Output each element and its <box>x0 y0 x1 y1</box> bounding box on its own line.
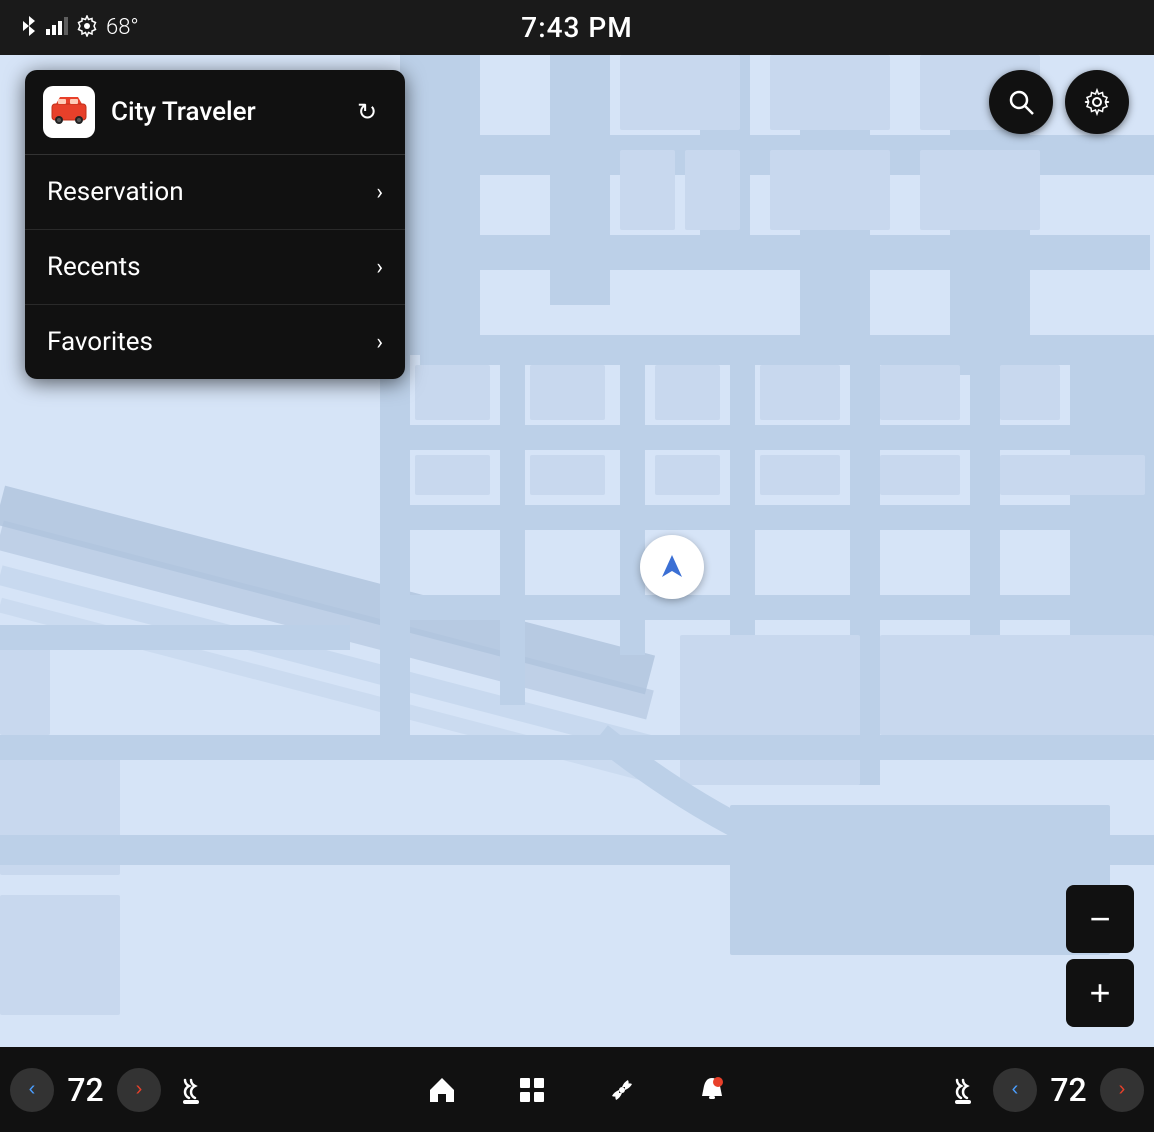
recents-chevron-icon: › <box>376 255 383 280</box>
status-temperature: 68° <box>106 15 139 40</box>
right-temp-value: 72 <box>1041 1071 1096 1109</box>
right-temp-control: ‹ 72 › <box>993 1068 1144 1112</box>
seat-heat-button[interactable] <box>161 1060 221 1120</box>
recents-menu-item[interactable]: Recents › <box>25 230 405 305</box>
settings-status-icon <box>76 15 98 41</box>
status-time: 7:43 PM <box>521 11 632 44</box>
search-button[interactable] <box>989 70 1053 134</box>
notification-button[interactable] <box>682 1060 742 1120</box>
status-bar: 68° 7:43 PM <box>0 0 1154 55</box>
recents-label: Recents <box>47 252 141 282</box>
refresh-button[interactable]: ↻ <box>347 92 387 132</box>
right-temp-section: ‹ 72 › <box>923 1060 1154 1120</box>
reservation-label: Reservation <box>47 177 184 207</box>
app-title: City Traveler <box>111 97 347 127</box>
car-icon <box>50 94 88 131</box>
home-button[interactable] <box>412 1060 472 1120</box>
favorites-chevron-icon: › <box>376 330 383 355</box>
location-marker <box>640 535 704 599</box>
left-temp-up-button[interactable]: › <box>117 1068 161 1112</box>
app-menu: City Traveler ↻ Reservation › Recents › … <box>25 70 405 379</box>
left-temp-down-button[interactable]: ‹ <box>10 1068 54 1112</box>
status-left: 68° <box>20 15 139 41</box>
zoom-in-button[interactable]: + <box>1066 959 1134 1027</box>
right-temp-down-button[interactable]: ‹ <box>993 1068 1037 1112</box>
rear-heat-button[interactable] <box>933 1060 993 1120</box>
map-controls-top <box>989 70 1129 134</box>
zoom-controls: − + <box>1066 885 1134 1027</box>
fan-button[interactable] <box>592 1060 652 1120</box>
right-temp-up-button[interactable]: › <box>1100 1068 1144 1112</box>
signal-icon <box>46 17 68 39</box>
bottom-bar: ‹ 72 › <box>0 1047 1154 1132</box>
left-temp-section: ‹ 72 › <box>0 1060 231 1120</box>
favorites-label: Favorites <box>47 327 153 357</box>
zoom-out-button[interactable]: − <box>1066 885 1134 953</box>
app-icon-box <box>43 86 95 138</box>
left-temp-value: 72 <box>58 1071 113 1109</box>
app-header: City Traveler ↻ <box>25 70 405 155</box>
reservation-menu-item[interactable]: Reservation › <box>25 155 405 230</box>
favorites-menu-item[interactable]: Favorites › <box>25 305 405 379</box>
bottom-center-icons <box>231 1060 923 1120</box>
settings-button[interactable] <box>1065 70 1129 134</box>
location-circle <box>640 535 704 599</box>
left-temp-control: ‹ 72 › <box>10 1068 161 1112</box>
bluetooth-icon <box>20 15 38 41</box>
apps-button[interactable] <box>502 1060 562 1120</box>
reservation-chevron-icon: › <box>376 180 383 205</box>
